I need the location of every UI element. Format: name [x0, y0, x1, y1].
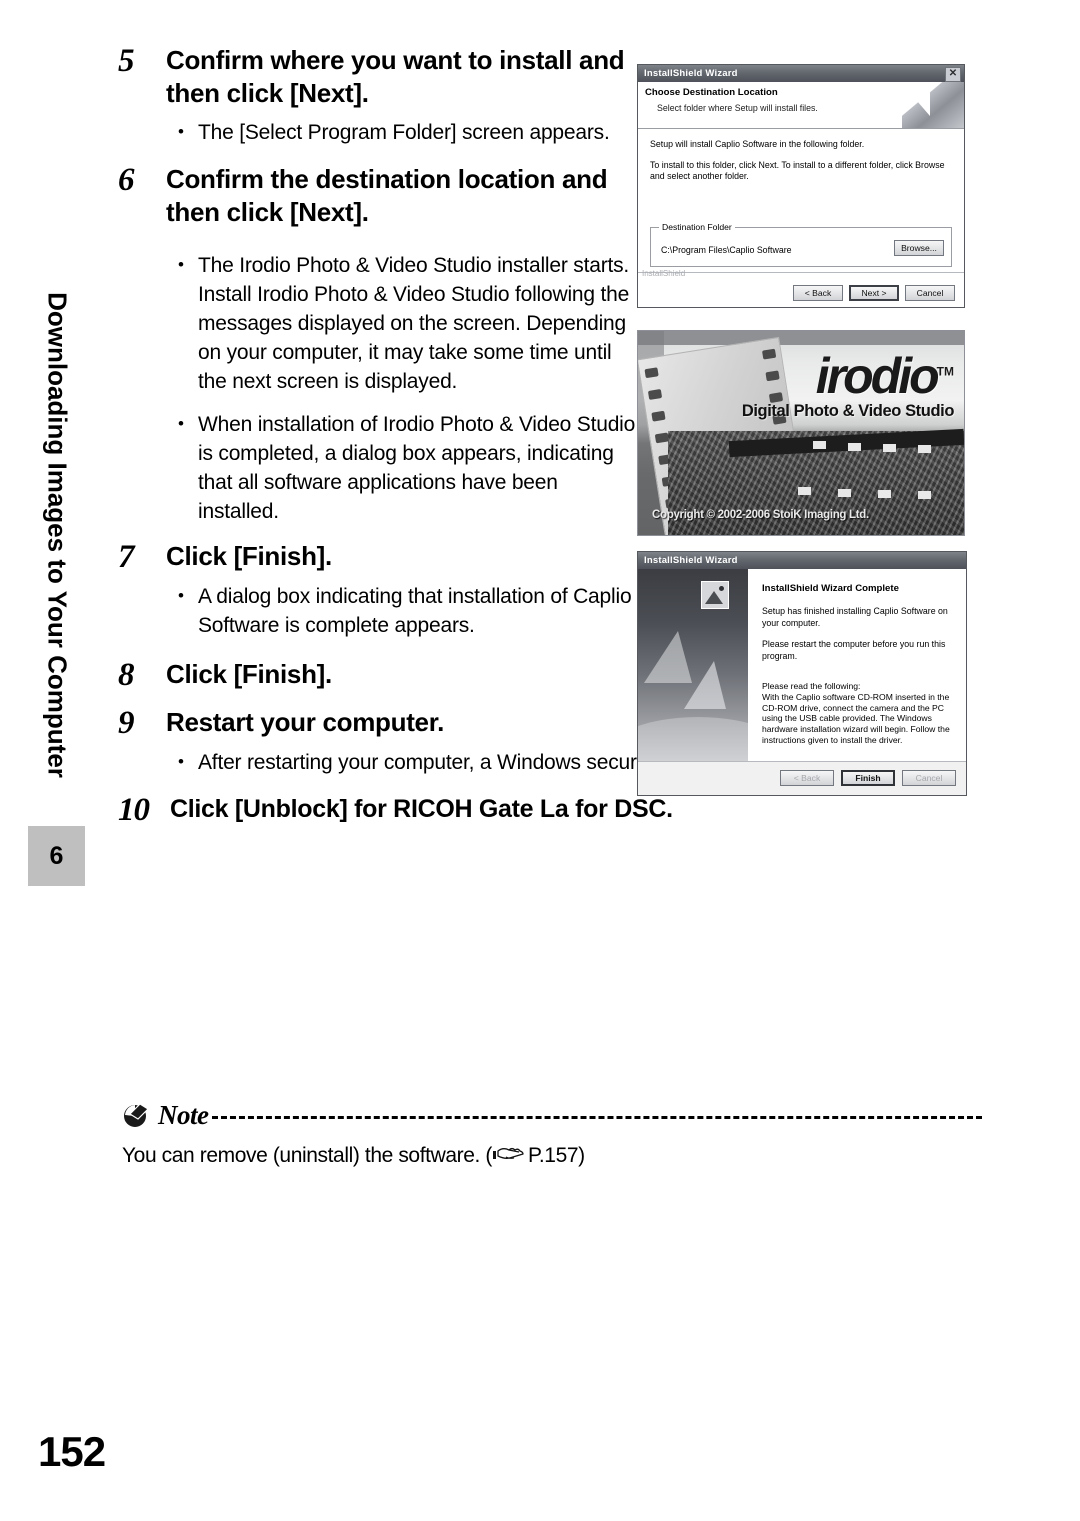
step-9-number: 9 — [118, 705, 135, 741]
step-7-bullets: A dialog box indicating that installatio… — [166, 581, 666, 640]
window-titlebar: InstallShield Wizard — [638, 552, 966, 569]
list-item: A dialog box indicating that installatio… — [166, 581, 666, 640]
trademark-symbol: TM — [936, 364, 954, 379]
close-icon[interactable]: ✕ — [945, 67, 961, 82]
step-10: 10 Click [Unblock] for RICOH Gate La for… — [118, 793, 998, 827]
irodio-tagline: Digital Photo & Video Studio — [741, 402, 955, 420]
note-reference: P.157 — [527, 1144, 579, 1167]
header-decorative-art — [902, 82, 964, 128]
note-section: Note You can remove (uninstall) the soft… — [122, 1098, 982, 1168]
dialog-paragraph-2: To install to this folder, click Next. T… — [650, 159, 945, 182]
wizard-sidebar-art — [638, 569, 748, 761]
step-10-title: Click [Unblock] for RICOH Gate La for DS… — [170, 795, 673, 823]
dialog-heading: InstallShield Wizard Complete — [762, 583, 899, 594]
chapter-number-badge: 6 — [28, 826, 85, 886]
setup-complete-icon — [701, 581, 729, 609]
cancel-button[interactable]: Cancel — [905, 285, 955, 301]
window-titlebar: InstallShield Wizard ✕ — [638, 65, 964, 82]
window-title: InstallShield Wizard — [644, 555, 738, 566]
list-item: The Irodio Photo & Video Studio installe… — [166, 250, 636, 396]
figure-irodio-splash: irodioTM Digital Photo & Video Studio Co… — [637, 330, 965, 536]
read-following-label: Please read the following: — [762, 681, 861, 691]
step-5-number: 5 — [118, 43, 135, 79]
browse-button[interactable]: Browse... — [894, 240, 944, 256]
step-7-title: Click [Finish]. — [166, 541, 332, 571]
note-divider — [212, 1116, 982, 1120]
step-7-number: 7 — [118, 539, 135, 575]
step-5-bullets: The [Select Program Folder] screen appea… — [166, 117, 636, 147]
chapter-title-vertical: Downloading Images to Your Computer — [42, 292, 73, 778]
cancel-button: Cancel — [902, 770, 956, 786]
note-icon — [122, 1102, 150, 1129]
list-item: When installation of Irodio Photo & Vide… — [166, 409, 636, 526]
next-button[interactable]: Next > — [849, 285, 899, 301]
destination-folder-legend: Destination Folder — [659, 222, 735, 232]
note-label: Note — [158, 1099, 209, 1130]
dialog-body: Setup will install Caplio Software in th… — [638, 129, 964, 307]
step-9-title: Restart your computer. — [166, 707, 445, 737]
irodio-logo-text: irodio — [815, 348, 940, 404]
dialog-footer: < Back Finish Cancel — [638, 761, 966, 795]
step-6-bullets: The Irodio Photo & Video Studio installe… — [166, 250, 636, 526]
step-8-title: Click [Finish]. — [166, 659, 332, 689]
step-10-number: 10 — [118, 792, 150, 828]
step-6-title: Confirm the destination location and the… — [166, 164, 608, 227]
page-number: 152 — [38, 1428, 106, 1475]
dialog-paragraph-2: Please restart the computer before you r… — [762, 639, 946, 661]
dialog-header-subtitle: Select folder where Setup will install f… — [657, 103, 818, 113]
figure-wizard-complete-dialog: InstallShield Wizard InstallShield Wizar… — [637, 551, 967, 796]
splash-top-band — [638, 331, 964, 345]
back-button: < Back — [780, 770, 834, 786]
chapter-side-tab: Downloading Images to Your Computer — [28, 255, 86, 815]
dialog-content: InstallShield Wizard Complete Setup has … — [701, 569, 966, 761]
dialog-button-row: < Back Finish Cancel — [780, 770, 956, 786]
note-body: You can remove (uninstall) the software.… — [122, 1144, 982, 1168]
read-following-body: With the Caplio software CD-ROM inserted… — [762, 691, 950, 745]
dialog-paragraph-1: Setup will install Caplio Software in th… — [650, 139, 865, 149]
chapter-number: 6 — [49, 841, 64, 870]
irodio-wordmark: irodioTM — [742, 351, 954, 401]
installshield-destination-window: InstallShield Wizard ✕ Choose Destinatio… — [637, 64, 965, 308]
irodio-copyright: Copyright © 2002-2006 StoiK Imaging Ltd. — [652, 509, 869, 521]
figure-choose-destination-dialog: InstallShield Wizard ✕ Choose Destinatio… — [637, 64, 965, 308]
installshield-complete-window: InstallShield Wizard InstallShield Wizar… — [637, 551, 967, 796]
note-heading-row: Note — [122, 1098, 982, 1132]
window-title: InstallShield Wizard — [644, 68, 738, 79]
list-item: The [Select Program Folder] screen appea… — [166, 117, 636, 147]
read-following-block: Please read the following: With the Capl… — [762, 681, 956, 746]
dialog-button-row: < Back Next > Cancel — [793, 285, 955, 301]
dialog-header: Choose Destination Location Select folde… — [638, 82, 964, 129]
irodio-splash-image: irodioTM Digital Photo & Video Studio Co… — [637, 330, 965, 536]
pointing-hand-icon — [492, 1146, 527, 1164]
back-button[interactable]: < Back — [793, 285, 843, 301]
footer-divider — [638, 272, 964, 274]
dialog-header-title: Choose Destination Location — [645, 87, 778, 98]
dialog-main-area: InstallShield Wizard Complete Setup has … — [638, 569, 966, 761]
irodio-logo: irodioTM Digital Photo & Video Studio — [741, 351, 955, 420]
step-8-number: 8 — [118, 657, 135, 693]
note-text-after: ) — [578, 1144, 585, 1167]
step-5-title: Confirm where you want to install and th… — [166, 45, 625, 108]
step-6-number: 6 — [118, 162, 135, 198]
destination-folder-group: Destination Folder C:\Program Files\Capl… — [650, 222, 952, 267]
destination-path-value: C:\Program Files\Caplio Software — [661, 245, 792, 255]
installshield-brand-label: InstallShield — [642, 269, 686, 278]
finish-button[interactable]: Finish — [841, 770, 895, 786]
dialog-paragraph-1: Setup has finished installing Caplio Sof… — [762, 606, 948, 628]
note-text-before: You can remove (uninstall) the software.… — [122, 1144, 492, 1167]
